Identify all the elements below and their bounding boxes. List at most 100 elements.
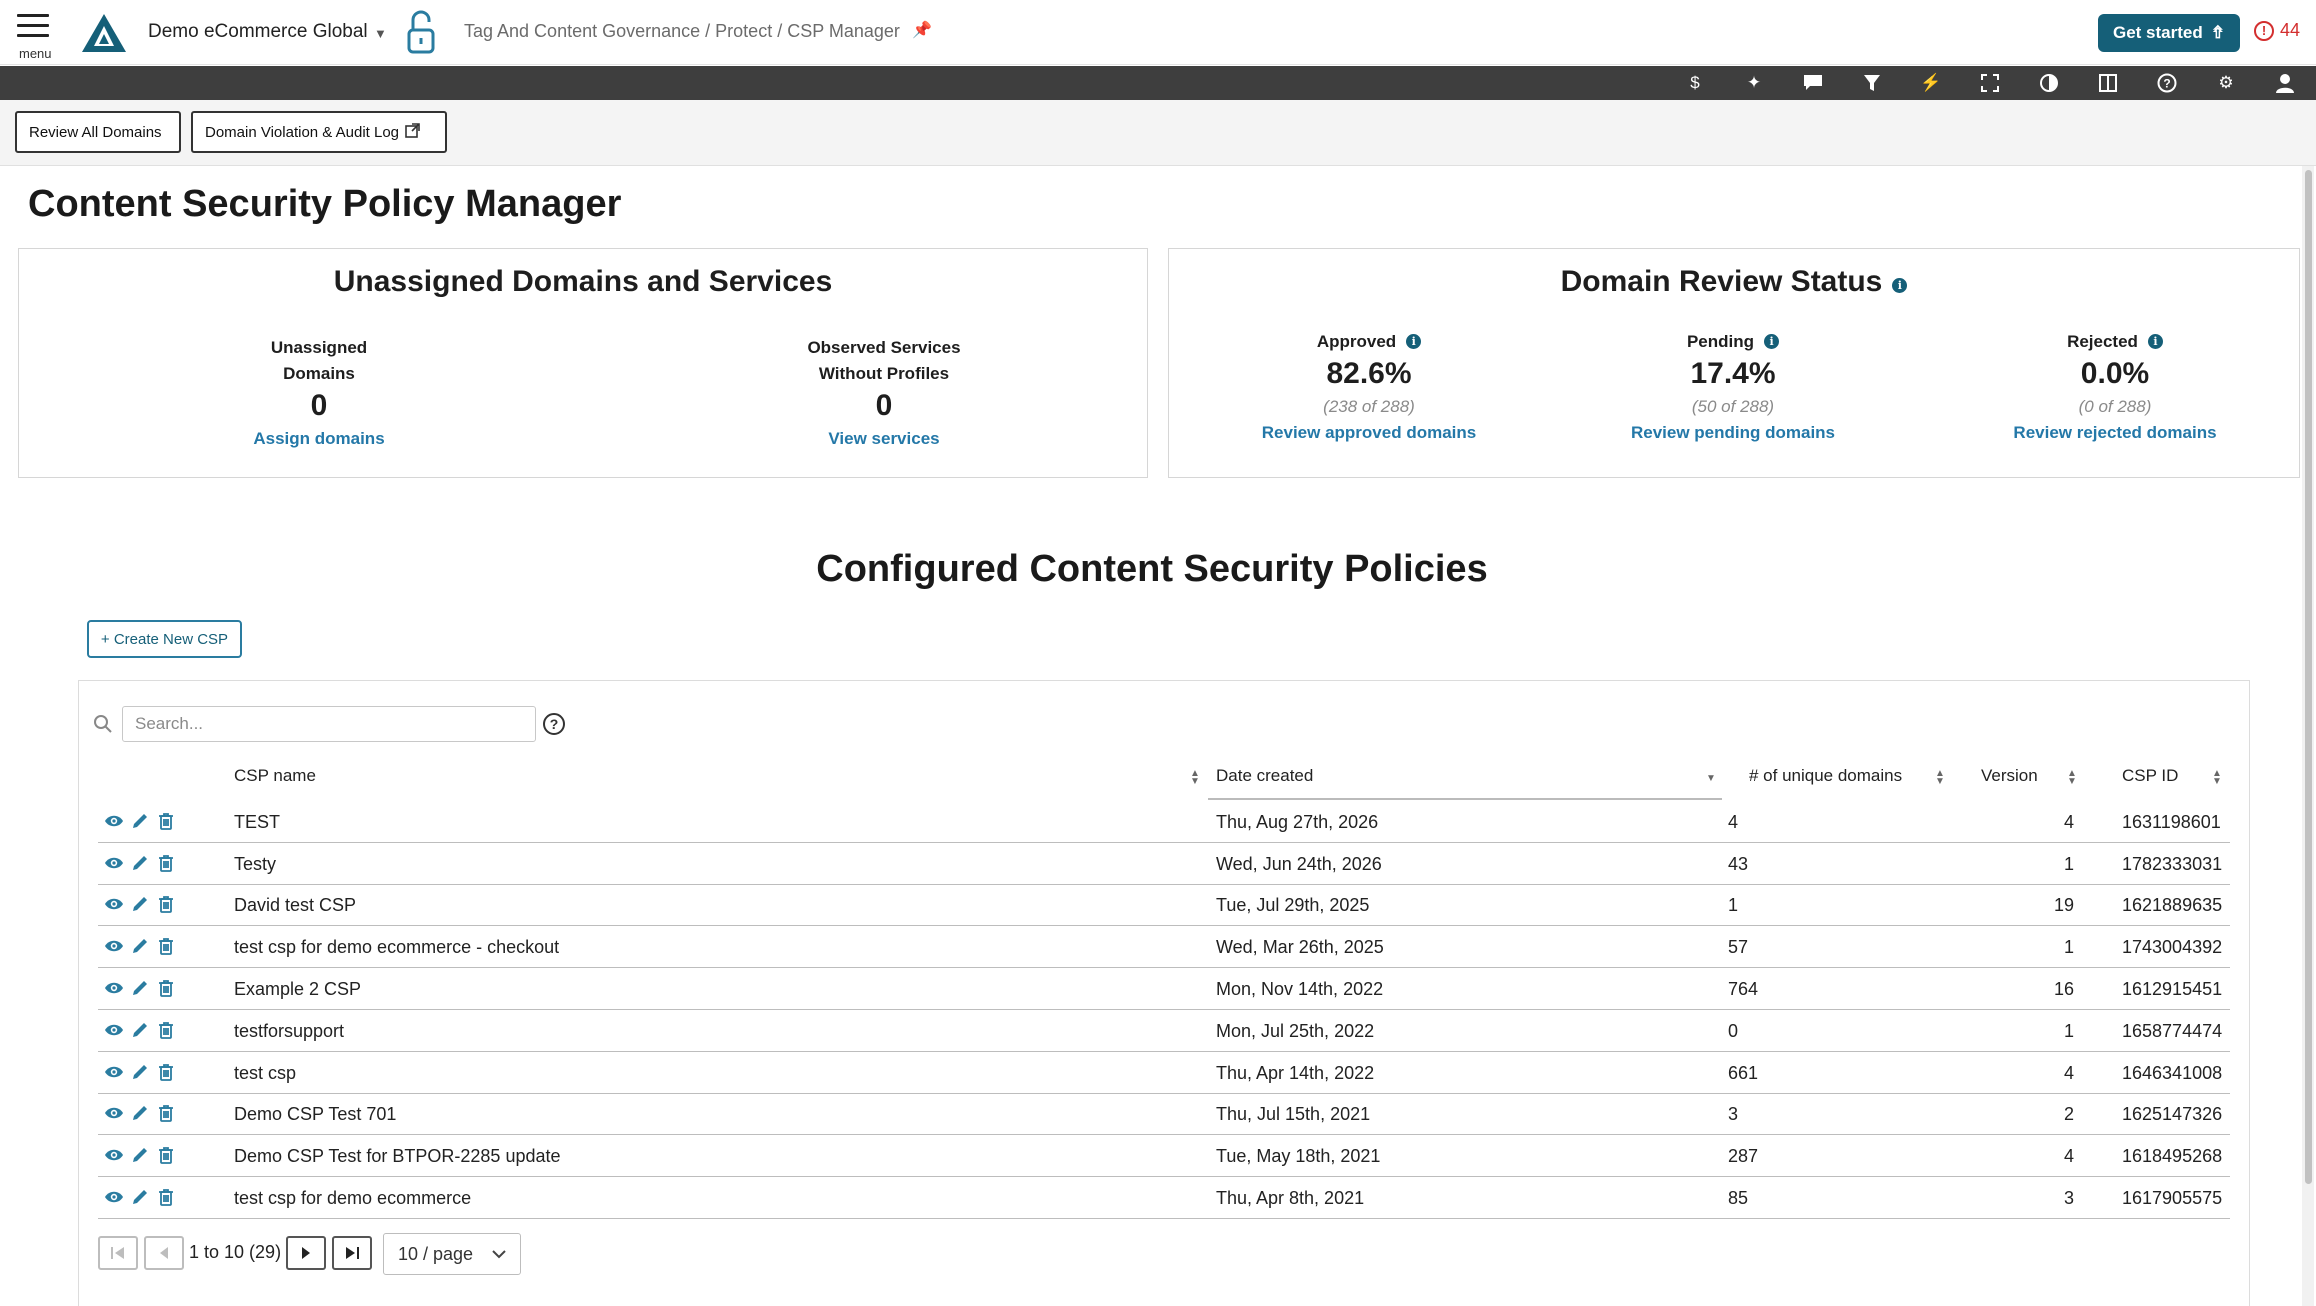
menu-button[interactable]: menu xyxy=(17,14,53,62)
trash-icon[interactable] xyxy=(156,853,176,873)
edit-icon[interactable] xyxy=(130,1187,150,1207)
edit-icon[interactable] xyxy=(130,1020,150,1040)
trash-icon[interactable] xyxy=(156,1103,176,1123)
view-icon[interactable] xyxy=(104,894,124,914)
csp-name-cell[interactable]: Testy xyxy=(234,854,276,875)
view-icon[interactable] xyxy=(104,1020,124,1040)
contrast-icon[interactable] xyxy=(2036,71,2062,95)
edit-icon[interactable] xyxy=(130,978,150,998)
settings-icon[interactable]: ⚙ xyxy=(2213,71,2239,95)
view-icon[interactable] xyxy=(104,978,124,998)
dollar-icon[interactable]: $ xyxy=(1682,71,1708,95)
column-header-version[interactable]: Version ▲ ▼ xyxy=(1981,766,2081,802)
breadcrumb: Tag And Content Governance / Protect / C… xyxy=(464,21,900,41)
view-services-link[interactable]: View services xyxy=(734,429,1034,449)
csp-name-cell[interactable]: test csp for demo ecommerce xyxy=(234,1188,471,1209)
csp-name-cell[interactable]: David test CSP xyxy=(234,895,356,916)
column-header-domains[interactable]: # of unique domains ▲ ▼ xyxy=(1749,766,1949,802)
csp-name-cell[interactable]: TEST xyxy=(234,812,280,833)
column-header-date[interactable]: Date created ▼ xyxy=(1216,766,1722,802)
last-page-button[interactable] xyxy=(332,1236,372,1270)
view-icon[interactable] xyxy=(104,936,124,956)
column-header-id[interactable]: CSP ID ▲ ▼ xyxy=(2122,766,2222,802)
edit-icon[interactable] xyxy=(130,1062,150,1082)
csp-name-cell[interactable]: Demo CSP Test for BTPOR-2285 update xyxy=(234,1146,561,1167)
csp-id-cell: 1617905575 xyxy=(2122,1188,2223,1208)
view-icon[interactable] xyxy=(104,1145,124,1165)
violation-log-button[interactable]: Domain Violation & Audit Log xyxy=(191,111,447,153)
fullscreen-icon[interactable] xyxy=(1977,71,2003,95)
csp-id-cell: 1621889635 xyxy=(2122,895,2223,915)
date-created-cell: Tue, Jul 29th, 2025 xyxy=(1216,895,1370,915)
columns-icon[interactable] xyxy=(2095,71,2121,95)
info-icon[interactable]: i xyxy=(1406,334,1422,349)
table-row: testforsupport Mon, Jul 25th, 2022 0 1 16587… xyxy=(98,1010,2230,1052)
rejected-stat: Rejected i 0.0% (0 of 288) Review rejecte… xyxy=(1965,329,2265,443)
user-icon[interactable] xyxy=(2272,71,2298,95)
trash-icon[interactable] xyxy=(156,936,176,956)
edit-icon[interactable] xyxy=(130,1103,150,1123)
edit-icon[interactable] xyxy=(130,853,150,873)
review-all-domains-button[interactable]: Review All Domains xyxy=(15,111,181,153)
trash-icon[interactable] xyxy=(156,1145,176,1165)
review-approved-link[interactable]: Review approved domains xyxy=(1219,423,1519,443)
help-icon[interactable]: ? xyxy=(2154,71,2180,95)
filter-icon[interactable] xyxy=(1859,71,1885,95)
account-selector[interactable]: Demo eCommerce Global xyxy=(148,21,368,43)
view-icon[interactable] xyxy=(104,1103,124,1123)
page-title: Content Security Policy Manager xyxy=(28,183,622,225)
trash-icon[interactable] xyxy=(156,1062,176,1082)
review-all-domains-label: Review All Domains xyxy=(29,123,162,141)
trash-icon[interactable] xyxy=(156,894,176,914)
create-new-csp-button[interactable]: + Create New CSP xyxy=(87,620,242,658)
csp-name-cell[interactable]: test csp xyxy=(234,1063,296,1084)
csp-name-cell[interactable]: testforsupport xyxy=(234,1021,344,1042)
info-icon[interactable]: i xyxy=(1764,334,1780,349)
bolt-icon[interactable]: ⚡ xyxy=(1918,71,1944,95)
table-row: test csp for demo ecommerce Thu, Apr 8th,… xyxy=(98,1177,2230,1219)
next-page-button[interactable] xyxy=(286,1236,326,1270)
edit-icon[interactable] xyxy=(130,1145,150,1165)
brand-logo-icon[interactable] xyxy=(80,12,128,54)
info-icon[interactable]: i xyxy=(1892,278,1908,293)
search-help-icon[interactable]: ? xyxy=(543,713,565,735)
trash-icon[interactable] xyxy=(156,1020,176,1040)
column-header-name[interactable]: CSP name ▲ ▼ xyxy=(234,766,1200,802)
edit-icon[interactable] xyxy=(130,894,150,914)
view-icon[interactable] xyxy=(104,1187,124,1207)
view-icon[interactable] xyxy=(104,1062,124,1082)
csp-name-cell[interactable]: Demo CSP Test 701 xyxy=(234,1104,396,1125)
trash-icon[interactable] xyxy=(156,1187,176,1207)
sort-desc-icon: ▼ xyxy=(1706,773,1716,784)
chevron-down-icon xyxy=(492,1249,506,1258)
search-input[interactable] xyxy=(122,706,536,742)
sort-icon: ▲ ▼ xyxy=(2067,768,2077,787)
column-header-label: # of unique domains xyxy=(1749,766,1903,785)
review-rejected-link[interactable]: Review rejected domains xyxy=(1965,423,2265,443)
edit-icon[interactable] xyxy=(130,936,150,956)
trash-icon[interactable] xyxy=(156,811,176,831)
assign-domains-link[interactable]: Assign domains xyxy=(189,429,449,449)
view-icon[interactable] xyxy=(104,853,124,873)
get-started-button[interactable]: Get started ⇮ xyxy=(2098,14,2240,52)
previous-page-button[interactable] xyxy=(144,1236,184,1270)
sparkle-icon[interactable]: ✦ xyxy=(1741,71,1767,95)
alerts-button[interactable]: ! 44 xyxy=(2254,20,2300,41)
scrollbar-thumb[interactable] xyxy=(2305,170,2312,1184)
edit-icon[interactable] xyxy=(130,811,150,831)
first-page-button[interactable] xyxy=(98,1236,138,1270)
trash-icon[interactable] xyxy=(156,978,176,998)
view-icon[interactable] xyxy=(104,811,124,831)
chevron-down-icon[interactable]: ▼ xyxy=(374,26,387,41)
info-icon[interactable]: i xyxy=(2147,334,2163,349)
date-created-cell: Thu, Apr 14th, 2022 xyxy=(1216,1063,1375,1083)
csp-name-cell[interactable]: test csp for demo ecommerce - checkout xyxy=(234,937,559,958)
table-row: David test CSP Tue, Jul 29th, 2025 1 19 1621… xyxy=(98,884,2230,926)
review-pending-link[interactable]: Review pending domains xyxy=(1583,423,1883,443)
sort-icon: ▲ ▼ xyxy=(1935,768,1945,787)
csp-name-cell[interactable]: Example 2 CSP xyxy=(234,979,361,1000)
page-size-select[interactable]: 10 / page xyxy=(383,1233,521,1275)
unlock-icon[interactable] xyxy=(404,8,438,56)
pin-icon[interactable]: 📌 xyxy=(912,20,932,40)
chat-icon[interactable] xyxy=(1800,71,1826,95)
